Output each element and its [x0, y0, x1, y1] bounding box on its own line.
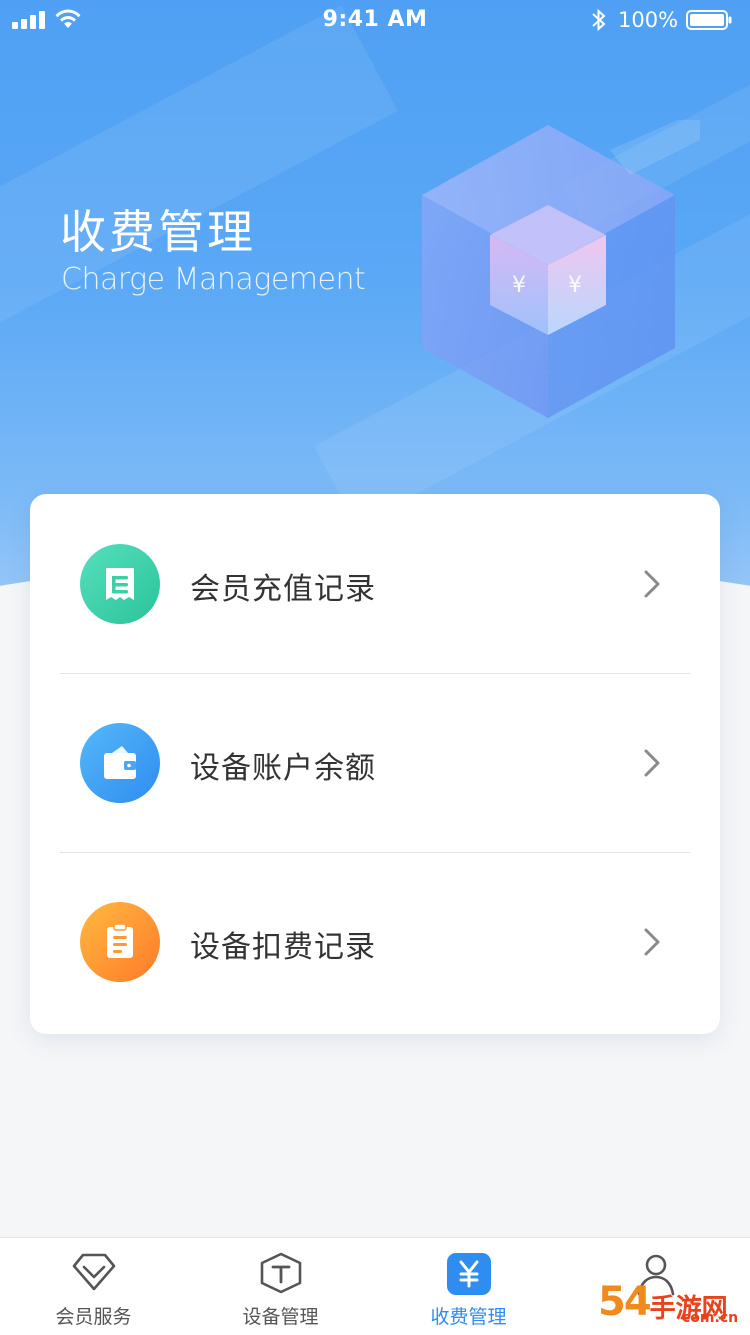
- cube-illustration: ¥ ¥: [422, 120, 700, 418]
- tab-label: 设备管理: [242, 1306, 319, 1328]
- clipboard-icon: [80, 902, 160, 982]
- tab-member-services[interactable]: 会员服务: [0, 1238, 187, 1335]
- page-title: 收费管理: [60, 205, 256, 259]
- bluetooth-icon: [592, 8, 606, 32]
- chevron-right-icon: [644, 928, 660, 956]
- wallet-icon: [80, 723, 160, 803]
- menu-item-recharge-records[interactable]: 会员充值记录: [30, 494, 720, 673]
- watermark-logo: 54 手游网 com.cn: [598, 1279, 739, 1326]
- tab-charge-management[interactable]: 收费管理: [375, 1238, 562, 1335]
- status-bar: 9:41 AM 100%: [0, 0, 750, 40]
- device-box-icon: [260, 1252, 301, 1294]
- receipt-icon: [80, 544, 160, 624]
- menu-card: 会员充值记录 设备账户余额 设备扣费记录: [30, 494, 720, 1034]
- yen-icon: [446, 1253, 491, 1295]
- battery-percent: 100%: [618, 8, 679, 32]
- page-subtitle: Charge Management: [61, 262, 366, 297]
- chevron-right-icon: [644, 570, 660, 598]
- tab-label: 收费管理: [430, 1306, 507, 1328]
- svg-text:¥: ¥: [568, 273, 582, 298]
- menu-item-label: 设备账户余额: [190, 751, 376, 786]
- battery-icon: [686, 10, 732, 30]
- tab-device-management[interactable]: 设备管理: [187, 1238, 374, 1335]
- menu-item-label: 会员充值记录: [190, 572, 376, 607]
- chevron-right-icon: [644, 749, 660, 777]
- menu-item-deduction-records[interactable]: 设备扣费记录: [30, 852, 720, 1031]
- diamond-icon: [72, 1253, 115, 1291]
- watermark-domain: com.cn: [682, 1310, 739, 1326]
- menu-item-account-balance[interactable]: 设备账户余额: [30, 673, 720, 852]
- svg-text:¥: ¥: [512, 273, 526, 298]
- menu-item-label: 设备扣费记录: [190, 930, 376, 965]
- tab-label: 会员服务: [55, 1306, 132, 1328]
